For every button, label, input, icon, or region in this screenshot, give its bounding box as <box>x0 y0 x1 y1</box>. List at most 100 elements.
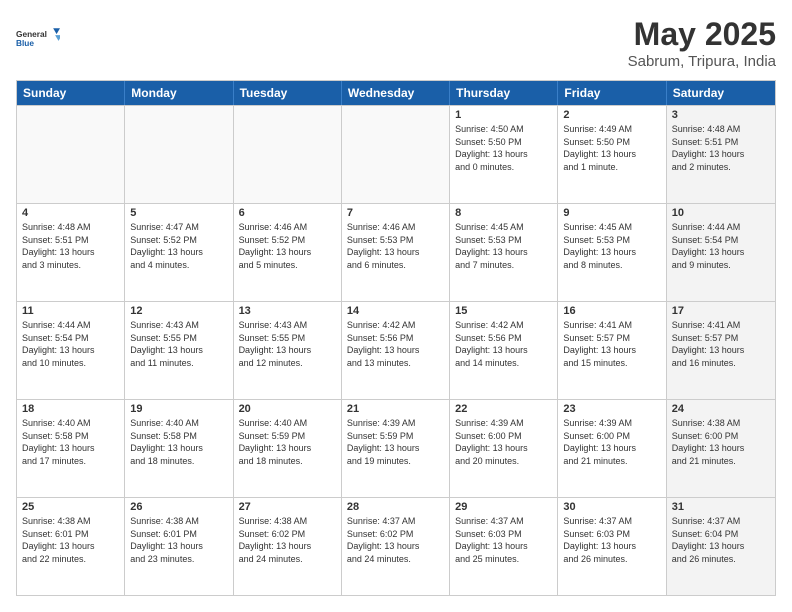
weekday-header: Wednesday <box>342 81 450 105</box>
day-number: 13 <box>239 305 336 317</box>
day-number: 8 <box>455 207 552 219</box>
cell-details: Sunrise: 4:40 AMSunset: 5:59 PMDaylight:… <box>239 417 336 467</box>
calendar-row: 18 Sunrise: 4:40 AMSunset: 5:58 PMDayligh… <box>17 399 775 497</box>
title-block: May 2025 Sabrum, Tripura, India <box>628 16 776 70</box>
calendar-cell: 20 Sunrise: 4:40 AMSunset: 5:59 PMDayligh… <box>234 400 342 497</box>
calendar: SundayMondayTuesdayWednesdayThursdayFrid… <box>16 80 776 596</box>
cell-details: Sunrise: 4:38 AMSunset: 6:00 PMDaylight:… <box>672 417 770 467</box>
weekday-header: Sunday <box>17 81 125 105</box>
calendar-cell: 4 Sunrise: 4:48 AMSunset: 5:51 PMDaylight… <box>17 204 125 301</box>
calendar-cell: 15 Sunrise: 4:42 AMSunset: 5:56 PMDayligh… <box>450 302 558 399</box>
weekday-header: Friday <box>558 81 666 105</box>
weekday-header: Tuesday <box>234 81 342 105</box>
cell-details: Sunrise: 4:46 AMSunset: 5:52 PMDaylight:… <box>239 221 336 271</box>
day-number: 23 <box>563 403 660 415</box>
day-number: 10 <box>672 207 770 219</box>
calendar-cell: 7Sunrise: 4:46 AMSunset: 5:53 PMDaylight… <box>342 204 450 301</box>
calendar-cell: 5Sunrise: 4:47 AMSunset: 5:52 PMDaylight… <box>125 204 233 301</box>
header: General Blue May 2025 Sabrum, Tripura, I… <box>16 16 776 70</box>
calendar-cell: 18 Sunrise: 4:40 AMSunset: 5:58 PMDayligh… <box>17 400 125 497</box>
calendar-cell: 9 Sunrise: 4:45 AMSunset: 5:53 PMDaylight… <box>558 204 666 301</box>
calendar-cell: 28Sunrise: 4:37 AMSunset: 6:02 PMDayligh… <box>342 498 450 595</box>
day-number: 19 <box>130 403 227 415</box>
calendar-body: 1 Sunrise: 4:50 AMSunset: 5:50 PMDaylight… <box>17 105 775 595</box>
day-number: 14 <box>347 305 444 317</box>
cell-details: Sunrise: 4:40 AMSunset: 5:58 PMDaylight:… <box>22 417 119 467</box>
cell-details: Sunrise: 4:44 AMSunset: 5:54 PMDaylight:… <box>672 221 770 271</box>
day-number: 27 <box>239 501 336 513</box>
calendar-cell <box>17 106 125 203</box>
calendar-cell: 24 Sunrise: 4:38 AMSunset: 6:00 PMDayligh… <box>667 400 775 497</box>
calendar-cell <box>234 106 342 203</box>
cell-details: Sunrise: 4:37 AMSunset: 6:04 PMDaylight:… <box>672 515 770 565</box>
day-number: 20 <box>239 403 336 415</box>
calendar-cell: 19 Sunrise: 4:40 AMSunset: 5:58 PMDayligh… <box>125 400 233 497</box>
cell-details: Sunrise: 4:48 AMSunset: 5:51 PMDaylight:… <box>22 221 119 271</box>
page: General Blue May 2025 Sabrum, Tripura, I… <box>0 0 792 612</box>
day-number: 7 <box>347 207 444 219</box>
calendar-cell: 22 Sunrise: 4:39 AMSunset: 6:00 PMDayligh… <box>450 400 558 497</box>
cell-details: Sunrise: 4:40 AMSunset: 5:58 PMDaylight:… <box>130 417 227 467</box>
day-number: 21 <box>347 403 444 415</box>
calendar-cell: 26Sunrise: 4:38 AMSunset: 6:01 PMDayligh… <box>125 498 233 595</box>
cell-details: Sunrise: 4:44 AMSunset: 5:54 PMDaylight:… <box>22 319 119 369</box>
day-number: 9 <box>563 207 660 219</box>
cell-details: Sunrise: 4:48 AMSunset: 5:51 PMDaylight:… <box>672 123 770 173</box>
calendar-cell: 21 Sunrise: 4:39 AMSunset: 5:59 PMDayligh… <box>342 400 450 497</box>
month-title: May 2025 <box>628 16 776 53</box>
day-number: 11 <box>22 305 119 317</box>
cell-details: Sunrise: 4:42 AMSunset: 5:56 PMDaylight:… <box>347 319 444 369</box>
calendar-cell: 12Sunrise: 4:43 AMSunset: 5:55 PMDayligh… <box>125 302 233 399</box>
day-number: 30 <box>563 501 660 513</box>
cell-details: Sunrise: 4:43 AMSunset: 5:55 PMDaylight:… <box>130 319 227 369</box>
cell-details: Sunrise: 4:38 AMSunset: 6:01 PMDaylight:… <box>22 515 119 565</box>
cell-details: Sunrise: 4:37 AMSunset: 6:02 PMDaylight:… <box>347 515 444 565</box>
cell-details: Sunrise: 4:41 AMSunset: 5:57 PMDaylight:… <box>672 319 770 369</box>
calendar-row: 11 Sunrise: 4:44 AMSunset: 5:54 PMDayligh… <box>17 301 775 399</box>
weekday-header: Thursday <box>450 81 558 105</box>
cell-details: Sunrise: 4:38 AMSunset: 6:02 PMDaylight:… <box>239 515 336 565</box>
cell-details: Sunrise: 4:45 AMSunset: 5:53 PMDaylight:… <box>455 221 552 271</box>
day-number: 2 <box>563 109 660 121</box>
calendar-cell: 23 Sunrise: 4:39 AMSunset: 6:00 PMDayligh… <box>558 400 666 497</box>
cell-details: Sunrise: 4:41 AMSunset: 5:57 PMDaylight:… <box>563 319 660 369</box>
day-number: 4 <box>22 207 119 219</box>
day-number: 18 <box>22 403 119 415</box>
day-number: 15 <box>455 305 552 317</box>
calendar-cell <box>125 106 233 203</box>
calendar-cell: 27 Sunrise: 4:38 AMSunset: 6:02 PMDayligh… <box>234 498 342 595</box>
calendar-cell: 11 Sunrise: 4:44 AMSunset: 5:54 PMDayligh… <box>17 302 125 399</box>
cell-details: Sunrise: 4:39 AMSunset: 6:00 PMDaylight:… <box>563 417 660 467</box>
day-number: 24 <box>672 403 770 415</box>
calendar-cell: 14 Sunrise: 4:42 AMSunset: 5:56 PMDayligh… <box>342 302 450 399</box>
day-number: 16 <box>563 305 660 317</box>
day-number: 5 <box>130 207 227 219</box>
day-number: 17 <box>672 305 770 317</box>
cell-details: Sunrise: 4:37 AMSunset: 6:03 PMDaylight:… <box>455 515 552 565</box>
cell-details: Sunrise: 4:45 AMSunset: 5:53 PMDaylight:… <box>563 221 660 271</box>
cell-details: Sunrise: 4:38 AMSunset: 6:01 PMDaylight:… <box>130 515 227 565</box>
calendar-cell <box>342 106 450 203</box>
calendar-cell: 8 Sunrise: 4:45 AMSunset: 5:53 PMDaylight… <box>450 204 558 301</box>
cell-details: Sunrise: 4:39 AMSunset: 5:59 PMDaylight:… <box>347 417 444 467</box>
svg-text:Blue: Blue <box>16 38 34 48</box>
calendar-cell: 25 Sunrise: 4:38 AMSunset: 6:01 PMDayligh… <box>17 498 125 595</box>
cell-details: Sunrise: 4:50 AMSunset: 5:50 PMDaylight:… <box>455 123 552 173</box>
cell-details: Sunrise: 4:49 AMSunset: 5:50 PMDaylight:… <box>563 123 660 173</box>
day-number: 25 <box>22 501 119 513</box>
calendar-cell: 13Sunrise: 4:43 AMSunset: 5:55 PMDayligh… <box>234 302 342 399</box>
day-number: 31 <box>672 501 770 513</box>
calendar-cell: 29Sunrise: 4:37 AMSunset: 6:03 PMDayligh… <box>450 498 558 595</box>
cell-details: Sunrise: 4:39 AMSunset: 6:00 PMDaylight:… <box>455 417 552 467</box>
day-number: 22 <box>455 403 552 415</box>
weekday-header: Monday <box>125 81 233 105</box>
calendar-cell: 3Sunrise: 4:48 AMSunset: 5:51 PMDaylight… <box>667 106 775 203</box>
calendar-cell: 31 Sunrise: 4:37 AMSunset: 6:04 PMDayligh… <box>667 498 775 595</box>
day-number: 1 <box>455 109 552 121</box>
cell-details: Sunrise: 4:42 AMSunset: 5:56 PMDaylight:… <box>455 319 552 369</box>
calendar-cell: 16 Sunrise: 4:41 AMSunset: 5:57 PMDayligh… <box>558 302 666 399</box>
location-title: Sabrum, Tripura, India <box>628 53 776 70</box>
calendar-row: 4 Sunrise: 4:48 AMSunset: 5:51 PMDaylight… <box>17 203 775 301</box>
day-number: 6 <box>239 207 336 219</box>
calendar-cell: 1 Sunrise: 4:50 AMSunset: 5:50 PMDaylight… <box>450 106 558 203</box>
